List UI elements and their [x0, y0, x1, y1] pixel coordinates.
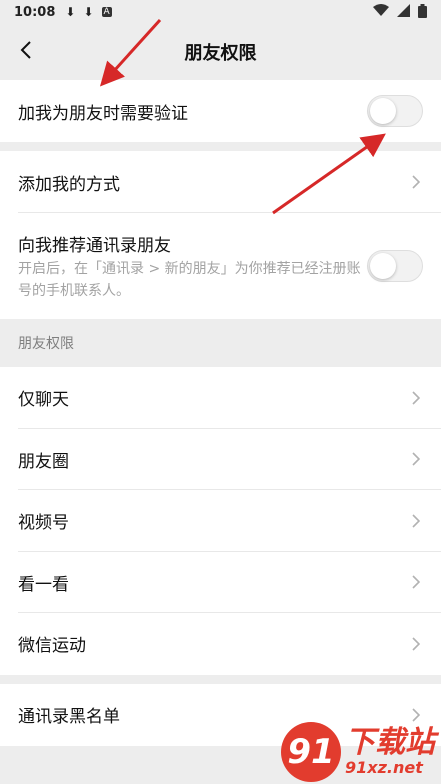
back-button[interactable] [12, 38, 40, 66]
permission-label: 微信运动 [18, 636, 86, 657]
verify-toggle[interactable] [367, 95, 423, 127]
watermark-url: 91xz.net [345, 758, 423, 777]
toggle-knob [370, 98, 396, 124]
chevron-right-icon [409, 450, 423, 468]
back-arrow-icon [20, 40, 32, 64]
watermark-title: 下载站 [345, 725, 435, 760]
verify-label: 加我为朋友时需要验证 [18, 103, 188, 124]
page-title: 朋友权限 [184, 43, 257, 64]
a-icon: A [101, 7, 112, 17]
wifi-icon [373, 4, 389, 20]
recommend-row[interactable]: 向我推荐通讯录朋友 开启后，在「通讯录 > 新的朋友」为你推荐已经注册账号的手机… [0, 213, 441, 319]
recommend-label: 向我推荐通讯录朋友 [18, 235, 171, 256]
download-icon: ⬇ [65, 5, 76, 19]
chevron-right-icon [409, 389, 423, 407]
recommend-desc: 开启后，在「通讯录 > 新的朋友」为你推荐已经注册账号的手机联系人。 [18, 260, 361, 299]
add-methods-row[interactable]: 添加我的方式 [0, 151, 441, 213]
verify-row[interactable]: 加我为朋友时需要验证 [0, 80, 441, 142]
permission-label: 视频号 [18, 513, 69, 534]
chevron-right-icon [409, 706, 423, 724]
chevron-right-icon [409, 635, 423, 653]
watermark-logo: 91 [281, 722, 341, 782]
recommend-text: 向我推荐通讯录朋友 开启后，在「通讯录 > 新的朋友」为你推荐已经注册账号的手机… [18, 231, 367, 302]
permission-item[interactable]: 视频号 [0, 490, 441, 552]
permission-item[interactable]: 看一看 [0, 551, 441, 613]
nav-bar: 朋友权限 [0, 24, 441, 80]
permission-item[interactable]: 朋友圈 [0, 428, 441, 490]
permission-label: 看一看 [18, 574, 69, 595]
chevron-right-icon [409, 573, 423, 591]
permission-item[interactable]: 仅聊天 [0, 367, 441, 429]
watermark-text: 下载站 91xz.net [345, 728, 435, 776]
watermark: 91 下载站 91xz.net [281, 722, 435, 782]
add-settings-group: 添加我的方式 向我推荐通讯录朋友 开启后，在「通讯录 > 新的朋友」为你推荐已经… [0, 151, 441, 319]
status-bar: 10:08 ⬇ ⬇ A [0, 0, 441, 24]
permission-item[interactable]: 微信运动 [0, 613, 441, 675]
chevron-right-icon [409, 173, 423, 191]
permission-label: 仅聊天 [18, 390, 69, 411]
status-time: 10:08 [14, 4, 56, 20]
chevron-right-icon [409, 512, 423, 530]
toggle-knob [370, 253, 396, 279]
section-title: 朋友权限 [18, 336, 74, 352]
add-methods-label: 添加我的方式 [18, 174, 120, 195]
status-right [373, 3, 427, 21]
permission-label: 朋友圈 [18, 451, 69, 472]
download-icon: ⬇ [83, 5, 94, 19]
signal-icon [397, 4, 410, 20]
permissions-group: 仅聊天 朋友圈 视频号 看一看 微信运动 [0, 367, 441, 675]
recommend-toggle[interactable] [367, 250, 423, 282]
battery-icon [418, 3, 427, 21]
